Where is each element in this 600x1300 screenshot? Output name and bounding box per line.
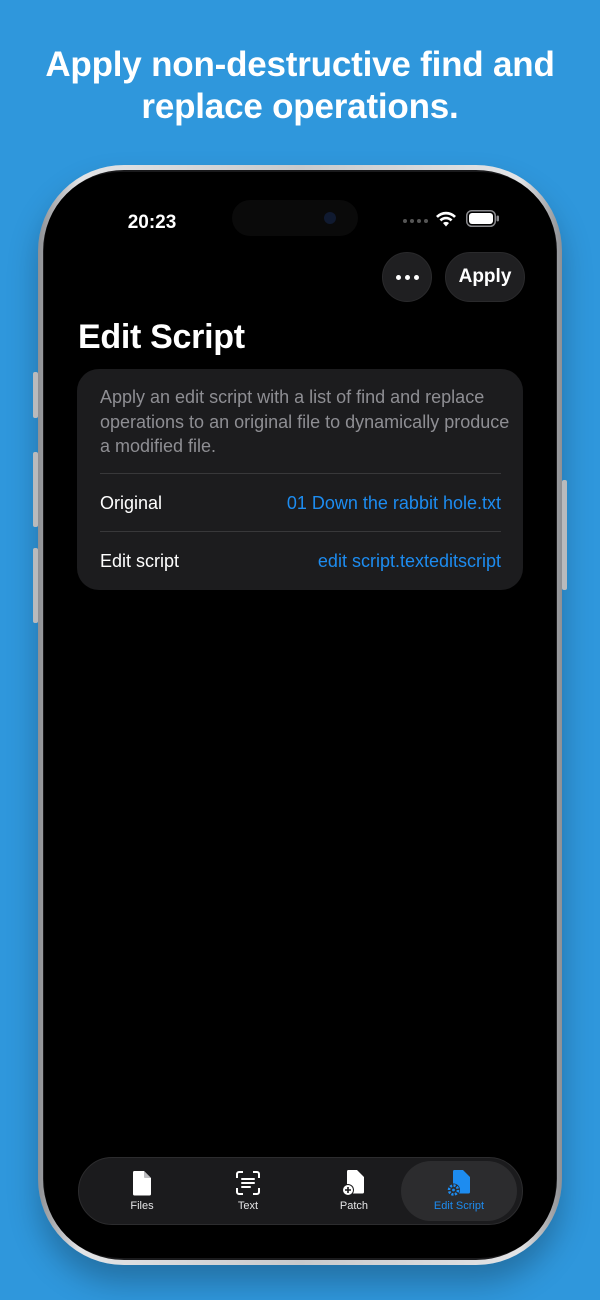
edit-script-file-link[interactable]: edit script.texteditscript xyxy=(318,551,501,572)
wifi-icon xyxy=(436,211,456,227)
tab-files[interactable]: Files xyxy=(89,1161,195,1221)
page-title: Edit Script xyxy=(78,318,245,356)
ellipsis-icon xyxy=(395,274,419,280)
phone-screen: 20:23 Apply Edit Script Apply an edit sc… xyxy=(44,172,556,1258)
divider xyxy=(100,473,501,474)
edit-script-row[interactable]: Edit script edit script.texteditscript xyxy=(100,533,501,589)
tab-patch-label: Patch xyxy=(339,1200,369,1212)
tab-text-label: Text xyxy=(237,1200,259,1212)
original-label: Original xyxy=(100,492,163,513)
edit-script-label: Edit script xyxy=(100,550,180,571)
document-gear-icon xyxy=(447,1170,470,1197)
edit-script-card: Apply an edit script with a list of find… xyxy=(77,369,523,590)
action-button xyxy=(33,372,38,418)
battery-icon xyxy=(466,210,499,227)
dynamic-island xyxy=(232,200,358,236)
tab-edit-script-label: Edit Script xyxy=(433,1200,485,1212)
volume-down-button xyxy=(33,548,38,623)
cellular-signal-icon xyxy=(403,219,428,223)
tab-files-label: Files xyxy=(130,1200,154,1212)
original-file-link[interactable]: 01 Down the rabbit hole.txt xyxy=(287,493,501,514)
card-description: Apply an edit script with a list of find… xyxy=(100,387,510,456)
document-icon xyxy=(132,1171,151,1196)
more-options-button[interactable] xyxy=(382,252,432,302)
tab-bar: Files Text Patch Edit Script xyxy=(78,1157,523,1225)
original-file-row[interactable]: Original 01 Down the rabbit hole.txt xyxy=(100,475,501,531)
promo-headline: Apply non-destructive find and replace o… xyxy=(45,45,555,126)
divider xyxy=(100,531,501,532)
power-button xyxy=(562,480,567,590)
text-scan-icon xyxy=(236,1171,260,1195)
camera-icon xyxy=(324,212,336,224)
tab-edit-script[interactable]: Edit Script xyxy=(401,1161,517,1221)
apply-button[interactable]: Apply xyxy=(445,252,525,302)
volume-up-button xyxy=(33,452,38,527)
tab-text[interactable]: Text xyxy=(195,1161,301,1221)
status-time: 20:23 xyxy=(127,212,177,233)
tab-patch[interactable]: Patch xyxy=(301,1161,407,1221)
document-plus-icon xyxy=(342,1170,364,1196)
